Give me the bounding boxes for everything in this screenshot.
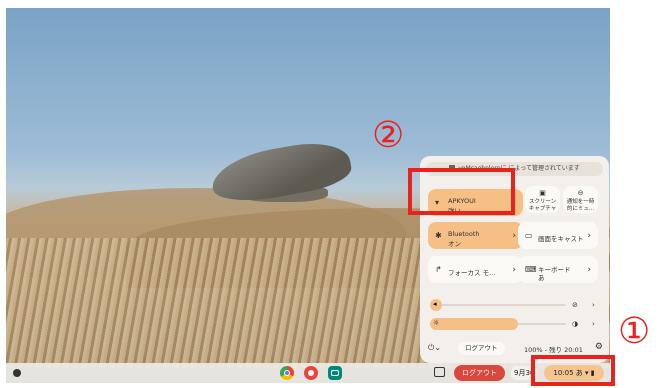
keyboard-ime: あ bbox=[538, 274, 545, 282]
mute-icon[interactable]: ⊘ bbox=[572, 301, 578, 309]
bluetooth-label: Bluetooth bbox=[448, 230, 480, 238]
chevron-right-icon: › bbox=[587, 231, 591, 241]
cast-tile[interactable]: ▭ 画面をキャスト › bbox=[518, 222, 598, 249]
desktop: yoMcaehnlerpに によって管理されています ▾ APKYOUI 強い … bbox=[6, 8, 610, 383]
gear-icon[interactable]: ⚙ bbox=[595, 342, 603, 352]
screen-capture-tile[interactable]: ▣ スクリーン キャプチャ bbox=[525, 186, 560, 213]
do-not-disturb-label-2: 的にミュ... bbox=[566, 206, 595, 212]
launcher-button[interactable] bbox=[13, 369, 21, 377]
night-light-icon[interactable]: ◑ bbox=[572, 320, 578, 328]
chevron-right-icon: › bbox=[512, 265, 516, 275]
bluetooth-tile[interactable]: ✱ Bluetooth オン › bbox=[428, 222, 523, 249]
do-not-disturb-icon: ⊖ bbox=[577, 189, 584, 197]
step-2-marker: ② bbox=[372, 115, 405, 156]
screen-capture-icon: ▣ bbox=[539, 189, 546, 197]
logout-button[interactable]: ログアウト bbox=[458, 342, 505, 355]
volume-track bbox=[430, 304, 566, 306]
do-not-disturb-tile[interactable]: ⊖ 通知を一時 的にミュ... bbox=[563, 186, 598, 213]
volume-icon: ◂ bbox=[433, 300, 437, 308]
focus-icon: ↱ bbox=[435, 265, 442, 274]
bluetooth-status: オン bbox=[448, 240, 461, 248]
chevron-right-icon[interactable]: › bbox=[592, 320, 595, 328]
keyboard-tile[interactable]: ⌨ キーボード あ › bbox=[518, 256, 598, 283]
power-icon[interactable]: ⏻⌄ bbox=[428, 343, 441, 353]
brightness-icon: ☼ bbox=[433, 319, 440, 327]
highlight-box-1 bbox=[531, 355, 615, 386]
cast-icon: ▭ bbox=[525, 231, 533, 240]
meet-icon[interactable] bbox=[328, 366, 342, 380]
chevron-right-icon: › bbox=[512, 231, 516, 241]
volume-slider[interactable]: ◂ bbox=[430, 299, 566, 311]
screen-capture-label-2: キャプチャ bbox=[528, 206, 557, 212]
focus-label: フォーカス モ... bbox=[448, 269, 496, 277]
chrome-icon[interactable] bbox=[280, 366, 294, 380]
shelf-logout-button[interactable]: ログアウト bbox=[454, 365, 505, 381]
chevron-down-icon: ⌄ bbox=[434, 343, 442, 352]
brightness-fill bbox=[430, 318, 519, 330]
focus-mode-tile[interactable]: ↱ フォーカス モ... › bbox=[428, 256, 523, 283]
shelf: ログアウト 9月30 10:05 あ ▾ ▮ bbox=[6, 363, 610, 383]
highlight-box-2 bbox=[408, 168, 515, 215]
screenshot-icon[interactable] bbox=[434, 367, 445, 377]
battery-status: 100% - 残り 20:01 bbox=[524, 346, 583, 354]
keyboard-icon: ⌨ bbox=[525, 265, 537, 274]
photos-icon[interactable] bbox=[304, 366, 318, 380]
bluetooth-icon: ✱ bbox=[435, 231, 442, 240]
step-1-marker: ① bbox=[618, 311, 651, 352]
brightness-slider[interactable]: ☼ bbox=[430, 318, 566, 330]
cast-label: 画面をキャスト bbox=[538, 235, 584, 243]
chevron-right-icon[interactable]: › bbox=[592, 301, 595, 309]
chevron-right-icon: › bbox=[587, 265, 591, 275]
